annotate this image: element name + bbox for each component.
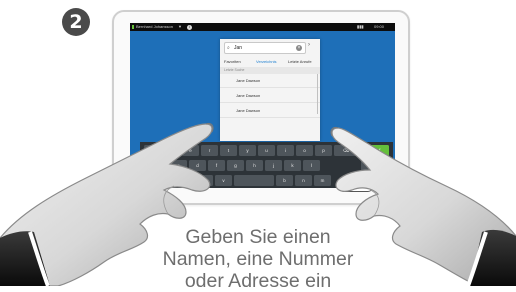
instruction-caption: Geben Sie einen Namen, eine Nummer oder … — [140, 226, 376, 292]
caption-line-1: Geben Sie einen — [185, 226, 331, 248]
caption-line-3: oder Adresse ein — [184, 270, 332, 292]
caption-line-2: Namen, eine Nummer — [162, 248, 354, 270]
